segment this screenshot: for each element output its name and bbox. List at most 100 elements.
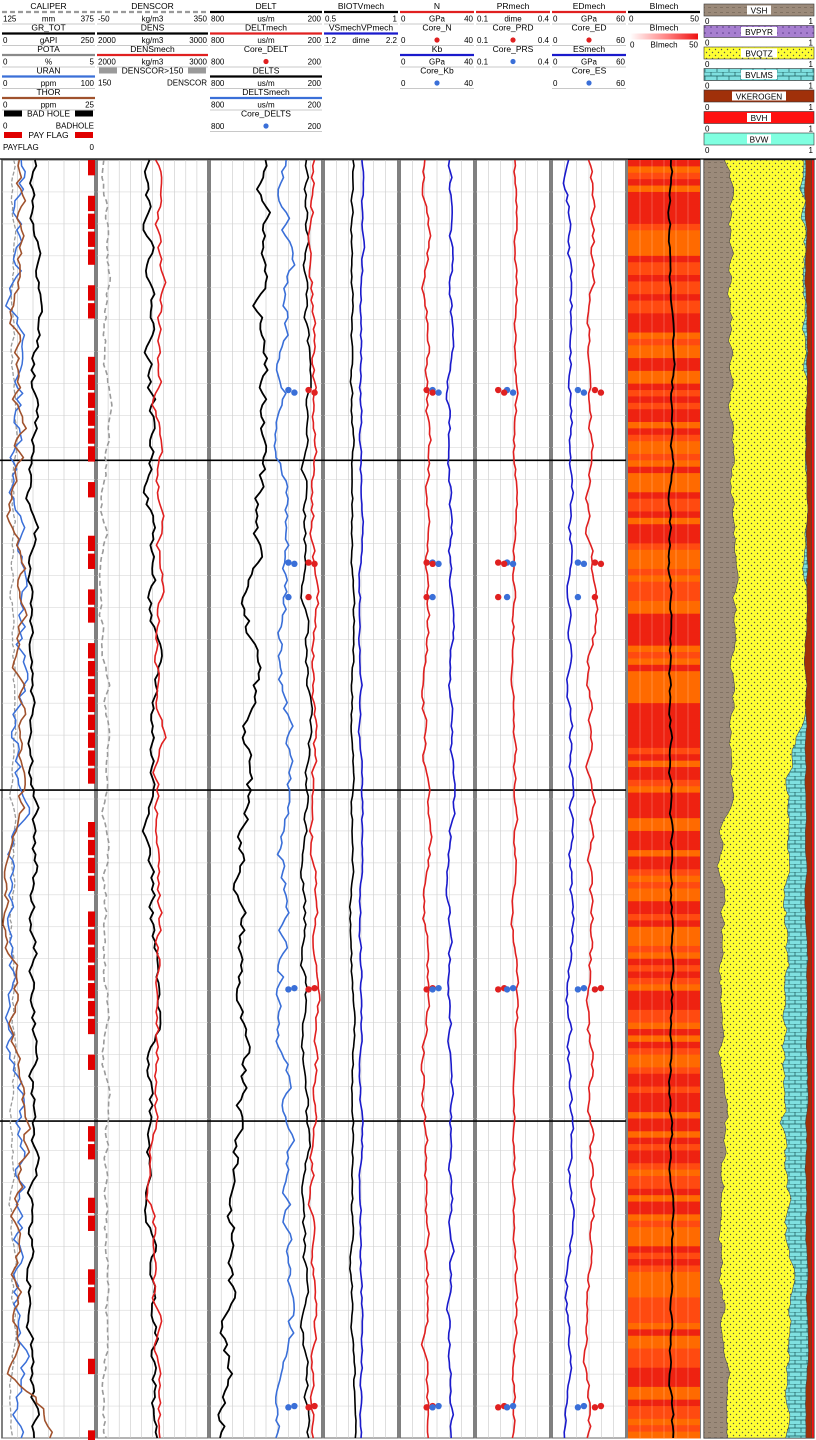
curve-name: N (434, 1, 440, 11)
curve-name: Kb (432, 44, 443, 54)
scale-left: 800 (211, 101, 225, 110)
flag-name: DENSCOR>150 (122, 66, 184, 76)
core-sample-dot (435, 389, 442, 396)
core-sample-dot (591, 986, 599, 993)
bi-color-band (628, 160, 700, 1439)
scale-right: 1 (393, 15, 398, 24)
pay-flag-bar (88, 553, 95, 569)
core-sample-dot (509, 560, 517, 568)
lith-label: BVLMS (745, 71, 773, 80)
scale-left: 0 (401, 15, 406, 24)
pay-flag-bar (88, 1000, 95, 1017)
scale-right: 1 (809, 146, 814, 155)
track-header-n: N0 GPa 40Core_N0 40Kb0 GPa 40Core_Kb0 40 (400, 1, 474, 89)
scale-left: 0 (630, 41, 635, 50)
core-sample-dot (285, 986, 292, 993)
scale-right: 200 (308, 15, 322, 24)
curve-name: DELTSmech (242, 87, 290, 97)
core-sample-dot (423, 1404, 430, 1411)
scale-right: 0 (90, 143, 95, 152)
pay-flag-bar (88, 768, 95, 784)
pay-flag-bar (88, 947, 95, 963)
core-sample-dot (597, 560, 605, 568)
core-sample-dot (285, 386, 292, 394)
core-sample-dot (423, 559, 430, 566)
scale-left: 0 (705, 60, 710, 69)
scale-right: 1 (809, 103, 814, 112)
pay-flag-bar (88, 482, 95, 498)
scale-left: 0 (3, 36, 8, 45)
curve-name: DENSmech (130, 44, 175, 54)
curve-name: THOR (36, 87, 60, 97)
scale-left: 0 (3, 58, 8, 67)
pay-flag-bar (88, 410, 95, 426)
core-dot-marker (263, 123, 269, 129)
pay-flag-bar (88, 929, 95, 945)
scale-left: 0 (553, 15, 558, 24)
flag-swatch (99, 67, 117, 74)
scale-left: 800 (211, 15, 225, 24)
core-sample-dot (435, 1402, 442, 1410)
scale-left: 0 (705, 17, 710, 26)
pay-flag-bar (88, 750, 95, 766)
pay-flag-bar (88, 356, 95, 373)
scale-right: 200 (308, 101, 322, 110)
flag-swatch (188, 67, 206, 74)
pay-flag-bar (88, 589, 95, 605)
core-sample-dot (503, 1404, 511, 1411)
core-dot-marker (263, 58, 269, 65)
scale-left: 800 (211, 122, 225, 131)
scale-left: 0 (3, 101, 8, 110)
core-sample-dot (291, 1402, 298, 1410)
flag-swatch (75, 132, 93, 138)
bi-gradient-bar (630, 33, 698, 40)
core-sample-dot (495, 386, 502, 394)
scale-left: 0 (705, 103, 710, 112)
pay-flag-bar (88, 303, 95, 319)
curve-name: CALIPER (30, 1, 66, 11)
scale-left: 0.1 (477, 36, 489, 45)
core-sample-dot (501, 389, 508, 396)
core-sample-dot (591, 593, 599, 601)
core-sample-dot (429, 593, 436, 601)
scale-right: 100 (81, 79, 95, 88)
core-sample-dot (423, 386, 430, 394)
core-sample-dot (591, 1404, 599, 1411)
scale-right: 2.2 (386, 36, 398, 45)
scale-left: 150 (98, 79, 112, 88)
pay-flag-bar (88, 839, 95, 856)
track-header-bi: BImech 0 50 BImech 0 BImech 50 (628, 1, 700, 50)
curve-name: GR_TOT (31, 23, 65, 33)
curve-name: Core_N (422, 23, 451, 33)
scale-right: 1 (809, 82, 814, 91)
scale-right: 0.4 (538, 58, 550, 67)
curve-name: BIOTVmech (338, 1, 385, 11)
pay-flag-bar (88, 1054, 95, 1070)
scale-left: 0 (553, 58, 558, 67)
scale-right: 200 (308, 122, 322, 131)
core-sample-dot (285, 559, 292, 566)
flag-swatch (4, 110, 22, 117)
pay-flag-bar (88, 911, 95, 927)
core-sample-dot (597, 984, 605, 992)
pay-flag-bar (88, 428, 95, 444)
pay-flag-bar (88, 374, 95, 391)
core-dot-marker (434, 80, 440, 86)
pay-flag-bar (88, 1126, 95, 1142)
core-sample-dot (495, 559, 502, 566)
core-sample-dot (495, 1404, 502, 1411)
core-sample-dot (291, 560, 298, 568)
core-sample-dot (574, 986, 582, 993)
core-sample-dot (580, 1402, 588, 1410)
core-sample-dot (597, 389, 605, 396)
track-header-pr: PRmech0.1 dime 0.4Core_PRD0.1 0.4Core_PRS0.… (476, 1, 550, 68)
curve-name: Core_ES (572, 66, 607, 76)
scale-left: 0 (705, 39, 710, 48)
curve-name: Core_PRS (493, 44, 534, 54)
pay-flag-bar (88, 875, 95, 892)
scale-left: 800 (211, 36, 225, 45)
flag-name: BAD HOLE (27, 109, 70, 119)
scale-right: 1 (809, 125, 814, 134)
curve-name: DENS (141, 23, 165, 33)
core-sample-dot (311, 389, 318, 396)
